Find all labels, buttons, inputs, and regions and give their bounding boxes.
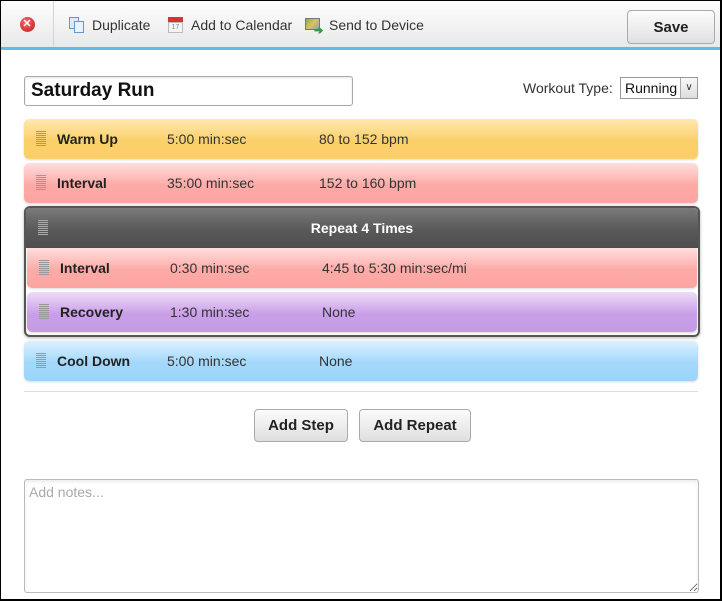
- step-target: 152 to 160 bpm: [319, 175, 417, 191]
- repeat-header[interactable]: Repeat 4 Times: [26, 208, 698, 248]
- workout-type-value: Running: [625, 80, 678, 96]
- step-cool-down[interactable]: Cool Down 5:00 min:sec None: [24, 341, 698, 381]
- step-warm-up[interactable]: Warm Up 5:00 min:sec 80 to 152 bpm: [24, 119, 698, 159]
- step-duration: 5:00 min:sec: [167, 353, 247, 369]
- step-duration: 1:30 min:sec: [170, 304, 250, 320]
- step-name: Recovery: [60, 304, 124, 320]
- duplicate-label: Duplicate: [92, 17, 151, 33]
- drag-handle-icon[interactable]: [36, 175, 46, 191]
- toolbar: ✕ Duplicate 17 Add to Calendar ➔ Send to…: [1, 1, 720, 50]
- add-repeat-button[interactable]: Add Repeat: [359, 409, 471, 442]
- workout-type-label: Workout Type:: [523, 80, 613, 96]
- step-name: Interval: [57, 175, 107, 191]
- repeat-step-recovery[interactable]: Recovery 1:30 min:sec None: [27, 292, 697, 332]
- calendar-icon: 17: [167, 16, 185, 34]
- add-to-calendar-label: Add to Calendar: [191, 17, 293, 33]
- notes-textarea[interactable]: [24, 479, 699, 593]
- repeat-block: Repeat 4 Times Interval 0:30 min:sec 4:4…: [24, 206, 700, 337]
- repeat-step-interval[interactable]: Interval 0:30 min:sec 4:45 to 5:30 min:s…: [27, 248, 697, 288]
- drag-handle-icon[interactable]: [36, 353, 46, 369]
- drag-handle-icon[interactable]: [36, 131, 46, 147]
- send-to-device-icon: ➔: [305, 16, 323, 37]
- chevron-down-icon: ∨: [680, 78, 697, 98]
- step-name: Warm Up: [57, 131, 118, 147]
- send-to-device-label: Send to Device: [329, 17, 424, 33]
- step-duration: 5:00 min:sec: [167, 131, 247, 147]
- add-step-button[interactable]: Add Step: [254, 409, 348, 442]
- repeat-title: Repeat 4 Times: [310, 220, 414, 236]
- add-to-calendar-button[interactable]: 17 Add to Calendar: [167, 15, 292, 35]
- send-to-device-button[interactable]: ➔ Send to Device: [305, 15, 424, 37]
- step-target: None: [319, 353, 353, 369]
- step-duration: 0:30 min:sec: [170, 260, 250, 276]
- step-name: Interval: [60, 260, 110, 276]
- step-target: None: [322, 304, 356, 320]
- drag-handle-icon[interactable]: [39, 304, 49, 320]
- step-duration: 35:00 min:sec: [167, 175, 255, 191]
- workout-editor: ✕ Duplicate 17 Add to Calendar ➔ Send to…: [1, 1, 720, 599]
- step-target: 4:45 to 5:30 min:sec/mi: [322, 260, 467, 276]
- close-button[interactable]: ✕: [1, 1, 54, 47]
- workout-name-input[interactable]: [24, 76, 353, 106]
- divider: [24, 391, 698, 392]
- close-icon: ✕: [19, 16, 35, 32]
- step-name: Cool Down: [57, 353, 131, 369]
- workout-type-select[interactable]: Running ∨: [620, 77, 698, 99]
- duplicate-button[interactable]: Duplicate: [68, 15, 150, 35]
- duplicate-icon: [68, 16, 86, 34]
- step-target: 80 to 152 bpm: [319, 131, 409, 147]
- drag-handle-icon[interactable]: [39, 260, 49, 276]
- step-interval[interactable]: Interval 35:00 min:sec 152 to 160 bpm: [24, 163, 698, 203]
- save-button[interactable]: Save: [627, 10, 715, 44]
